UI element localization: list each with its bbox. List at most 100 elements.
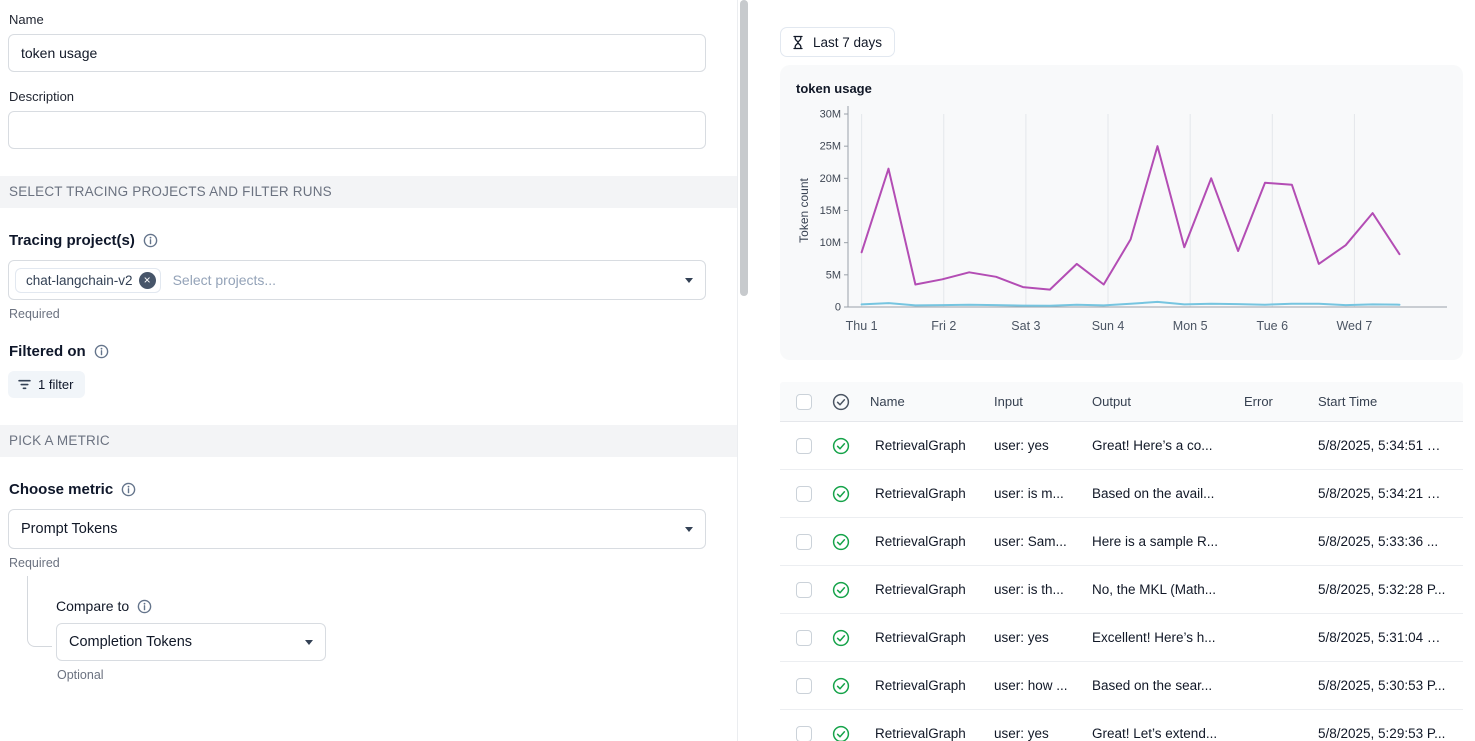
- svg-text:Fri 2: Fri 2: [931, 319, 956, 333]
- run-name[interactable]: RetrievalGraph: [864, 726, 988, 741]
- filtered-on-label: Filtered on: [9, 343, 86, 360]
- run-output: Based on the avail...: [1086, 486, 1238, 501]
- row-checkbox[interactable]: [796, 486, 812, 502]
- token-usage-chart: Thu 1Fri 2Sat 3Sun 4Mon 5Tue 6Wed 705M10…: [796, 98, 1447, 340]
- tracing-projects-select[interactable]: chat-langchain-v2 × Select projects...: [8, 260, 706, 300]
- success-status-icon: [832, 629, 864, 647]
- success-status-icon: [832, 533, 864, 551]
- metric-select[interactable]: Prompt Tokens: [8, 509, 706, 549]
- run-output: No, the MKL (Math...: [1086, 582, 1238, 597]
- info-icon[interactable]: [143, 233, 158, 248]
- run-name[interactable]: RetrievalGraph: [864, 678, 988, 693]
- svg-text:Tue 6: Tue 6: [1257, 319, 1289, 333]
- run-start-time: 5/8/2025, 5:34:21 PM: [1312, 486, 1455, 501]
- info-icon[interactable]: [137, 599, 152, 614]
- filter-count-label: 1 filter: [38, 377, 73, 392]
- run-start-time: 5/8/2025, 5:30:53 P...: [1312, 678, 1455, 693]
- filter-icon: [18, 378, 31, 391]
- column-header-output: Output: [1086, 394, 1238, 409]
- svg-text:5M: 5M: [826, 269, 841, 281]
- run-name[interactable]: RetrievalGraph: [864, 582, 988, 597]
- chevron-down-icon: [685, 527, 693, 532]
- table-row[interactable]: RetrievalGraph user: is m... Based on th…: [780, 470, 1463, 518]
- time-range-label: Last 7 days: [813, 35, 882, 50]
- tracing-required-hint: Required: [9, 307, 737, 321]
- run-name[interactable]: RetrievalGraph: [864, 486, 988, 501]
- project-chip: chat-langchain-v2 ×: [15, 268, 161, 293]
- svg-text:Sat 3: Sat 3: [1011, 319, 1040, 333]
- column-header-start-time: Start Time: [1312, 394, 1455, 409]
- description-label: Description: [9, 89, 737, 104]
- run-input: user: yes: [988, 726, 1086, 741]
- compare-optional-hint: Optional: [57, 668, 737, 682]
- compare-to-group: Compare to Completion Tokens Optional: [56, 598, 737, 682]
- select-all-checkbox[interactable]: [796, 394, 812, 410]
- time-range-button[interactable]: Last 7 days: [780, 27, 895, 57]
- row-checkbox[interactable]: [796, 534, 812, 550]
- left-panel-scrollbar[interactable]: [737, 0, 750, 741]
- column-header-error: Error: [1238, 394, 1312, 409]
- run-input: user: how ...: [988, 678, 1086, 693]
- name-input[interactable]: [8, 34, 706, 72]
- run-name[interactable]: RetrievalGraph: [864, 438, 988, 453]
- info-icon[interactable]: [94, 344, 109, 359]
- svg-text:Sun 4: Sun 4: [1092, 319, 1125, 333]
- row-checkbox[interactable]: [796, 582, 812, 598]
- chart-card: token usage Thu 1Fri 2Sat 3Sun 4Mon 5Tue…: [780, 65, 1463, 360]
- run-input: user: Sam...: [988, 534, 1086, 549]
- chart-config-panel: Name Description SELECT TRACING PROJECTS…: [0, 0, 737, 741]
- chart-title: token usage: [796, 81, 1447, 96]
- table-row[interactable]: RetrievalGraph user: is th... No, the MK…: [780, 566, 1463, 614]
- description-input[interactable]: [8, 111, 706, 149]
- run-start-time: 5/8/2025, 5:29:53 P...: [1312, 726, 1455, 741]
- run-name[interactable]: RetrievalGraph: [864, 630, 988, 645]
- svg-text:25M: 25M: [820, 141, 841, 153]
- runs-table: Name Input Output Error Start Time Retri…: [780, 382, 1463, 741]
- table-body: RetrievalGraph user: yes Great! Here’s a…: [780, 422, 1463, 741]
- status-column-icon: [832, 393, 864, 411]
- metric-select-value: Prompt Tokens: [21, 521, 117, 537]
- chevron-down-icon: [305, 640, 313, 645]
- success-status-icon: [832, 677, 864, 695]
- table-row[interactable]: RetrievalGraph user: yes Great! Here’s a…: [780, 422, 1463, 470]
- chevron-down-icon: [685, 278, 693, 283]
- hourglass-icon: [791, 35, 805, 50]
- svg-text:20M: 20M: [820, 173, 841, 185]
- table-row[interactable]: RetrievalGraph user: how ... Based on th…: [780, 662, 1463, 710]
- run-start-time: 5/8/2025, 5:33:36 ...: [1312, 534, 1455, 549]
- section-header-metric: PICK A METRIC: [0, 425, 737, 457]
- table-row[interactable]: RetrievalGraph user: yes Great! Let’s ex…: [780, 710, 1463, 741]
- success-status-icon: [832, 725, 864, 741]
- column-header-name: Name: [864, 394, 988, 409]
- run-start-time: 5/8/2025, 5:31:04 PM: [1312, 630, 1455, 645]
- svg-text:Thu 1: Thu 1: [846, 319, 878, 333]
- choose-metric-label: Choose metric: [9, 481, 113, 498]
- table-row[interactable]: RetrievalGraph user: yes Excellent! Here…: [780, 614, 1463, 662]
- success-status-icon: [832, 485, 864, 503]
- run-output: Great! Let’s extend...: [1086, 726, 1238, 741]
- name-label: Name: [9, 12, 737, 27]
- compare-metric-select[interactable]: Completion Tokens: [56, 623, 326, 661]
- svg-text:Token count: Token count: [797, 177, 811, 242]
- app-window: Name Description SELECT TRACING PROJECTS…: [0, 0, 1475, 741]
- remove-project-icon[interactable]: ×: [139, 272, 156, 289]
- row-checkbox[interactable]: [796, 726, 812, 741]
- success-status-icon: [832, 437, 864, 455]
- compare-metric-value: Completion Tokens: [69, 634, 192, 650]
- table-header-row: Name Input Output Error Start Time: [780, 382, 1463, 422]
- run-name[interactable]: RetrievalGraph: [864, 534, 988, 549]
- info-icon[interactable]: [121, 482, 136, 497]
- svg-text:30M: 30M: [820, 109, 841, 121]
- svg-text:15M: 15M: [820, 205, 841, 217]
- row-checkbox[interactable]: [796, 438, 812, 454]
- preview-panel: Last 7 days token usage Thu 1 Fri 2 Sat 3 S…: [750, 0, 1475, 741]
- table-row[interactable]: RetrievalGraph user: Sam... Here is a sa…: [780, 518, 1463, 566]
- tracing-projects-label: Tracing project(s): [9, 232, 135, 249]
- row-checkbox[interactable]: [796, 678, 812, 694]
- row-checkbox[interactable]: [796, 630, 812, 646]
- scrollbar-thumb[interactable]: [740, 0, 748, 296]
- filter-count-button[interactable]: 1 filter: [8, 371, 85, 398]
- svg-text:0: 0: [835, 302, 841, 314]
- run-input: user: is m...: [988, 486, 1086, 501]
- projects-placeholder: Select projects...: [173, 272, 277, 288]
